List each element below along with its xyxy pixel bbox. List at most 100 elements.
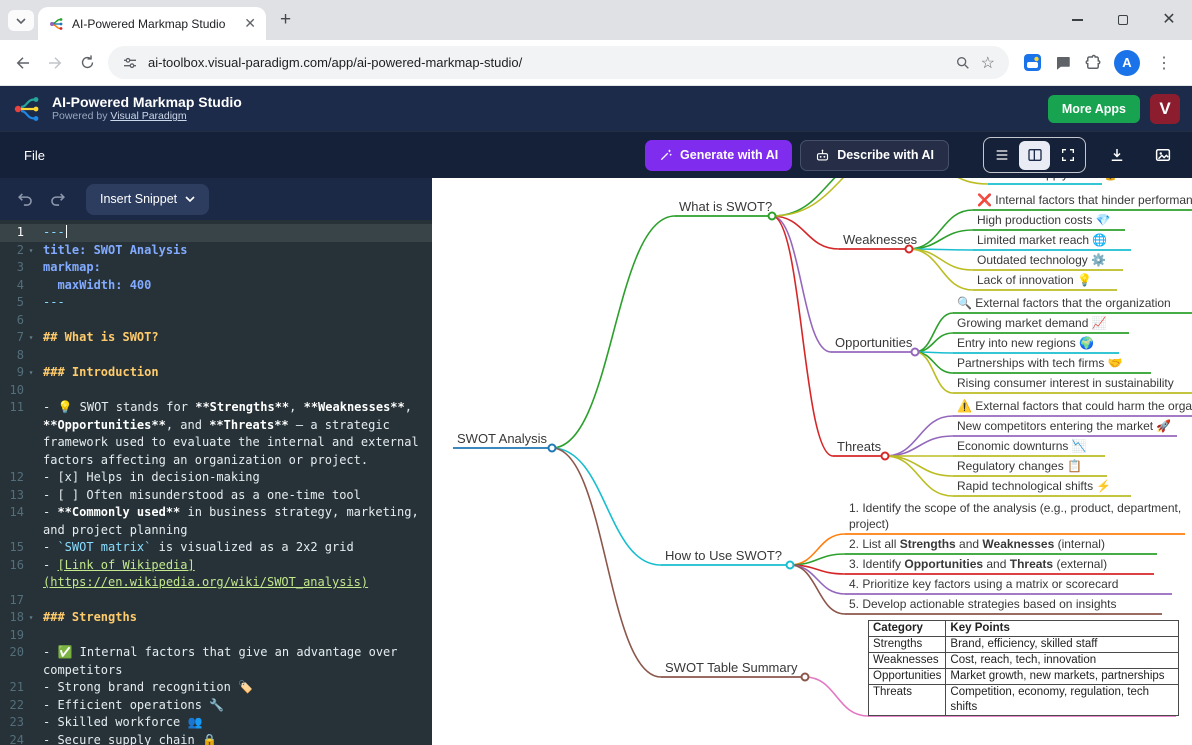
mindmap-leaf[interactable]: Partnerships with tech firms 🤝 [957,356,1123,372]
editor-line[interactable]: 9▾### Introduction [0,364,432,382]
node-toggle-dot[interactable] [912,349,919,356]
mindmap-canvas[interactable]: SWOT Analysis What is SWOT? Weaknesses Oppo… [432,178,1192,745]
url-text[interactable]: ai-toolbox.visual-paradigm.com/app/ai-po… [148,55,945,70]
close-button[interactable]: ✕ [1146,0,1192,40]
generate-with-ai-button[interactable]: Generate with AI [645,140,792,171]
editor-line[interactable]: 10 [0,382,432,400]
fold-arrow-icon[interactable]: ▾ [24,242,38,260]
editor-line[interactable]: 16- [Link of Wikipedia](https://en.wikip… [0,557,432,592]
editor-line-content[interactable]: - [Link of Wikipedia](https://en.wikiped… [38,557,420,592]
mindmap-leaf[interactable]: Lack of innovation 💡 [977,273,1092,289]
editor-line[interactable]: 8 [0,347,432,365]
editor-line[interactable]: 18▾### Strengths [0,609,432,627]
fullscreen-button[interactable] [1052,141,1083,170]
minimize-button[interactable] [1054,0,1100,40]
editor-line[interactable]: 5--- [0,294,432,312]
tab-search-button[interactable] [8,10,34,31]
split-view-button[interactable] [1019,141,1050,170]
editor-line-content[interactable] [38,312,420,330]
editor-line-content[interactable]: --- [38,294,420,312]
mindmap-branch-opportunities[interactable]: Opportunities [835,335,912,351]
fold-arrow-icon[interactable]: ▾ [24,364,38,382]
editor-line[interactable]: 13- [ ] Often misunderstood as a one-tim… [0,487,432,505]
mindmap-leaf[interactable]: 1. Identify the scope of the analysis (e… [849,501,1192,532]
fold-arrow-icon[interactable]: ▾ [24,609,38,627]
editor-line-content[interactable]: - [ ] Often misunderstood as a one-time … [38,487,420,505]
editor-line-content[interactable] [38,347,420,365]
editor-line-content[interactable] [38,627,420,645]
editor-line[interactable]: 19 [0,627,432,645]
editor-line[interactable]: 20- ✅ Internal factors that give an adva… [0,644,432,679]
redo-button[interactable] [46,188,68,210]
mindmap-branch-weaknesses[interactable]: Weaknesses [843,232,917,248]
editor-line-content[interactable]: ## What is SWOT? [38,329,420,347]
editor-line[interactable]: 24- Secure supply chain 🔒 [0,732,432,745]
reload-button[interactable] [76,52,98,74]
code-editor[interactable]: 1---2▾title: SWOT Analysis3markmap:4 max… [0,220,432,745]
editor-line-content[interactable]: - Strong brand recognition 🏷️ [38,679,420,697]
more-apps-button[interactable]: More Apps [1048,95,1140,123]
editor-line[interactable]: 21- Strong brand recognition 🏷️ [0,679,432,697]
editor-line-content[interactable]: - `SWOT matrix` is visualized as a 2x2 g… [38,539,420,557]
mindmap-branch-what-is-swot[interactable]: What is SWOT? [679,199,772,215]
maximize-button[interactable] [1100,0,1146,40]
back-button[interactable] [12,52,34,74]
browser-tab[interactable]: AI-Powered Markmap Studio ✕ [38,7,266,40]
visual-paradigm-link[interactable]: Visual Paradigm [110,110,186,122]
editor-line-content[interactable]: --- [38,224,420,242]
extensions-puzzle-icon[interactable] [1084,54,1102,72]
editor-line-content[interactable]: - [x] Helps in decision-making [38,469,420,487]
mindmap-root[interactable]: SWOT Analysis [457,431,547,447]
mindmap-leaf[interactable]: Outdated technology ⚙️ [977,253,1106,269]
editor-line-content[interactable]: title: SWOT Analysis [38,242,420,260]
editor-line[interactable]: 14- **Commonly used** in business strate… [0,504,432,539]
editor-line[interactable]: 6 [0,312,432,330]
mindmap-leaf[interactable]: Secure supply chain 🔒 [992,178,1118,183]
editor-line[interactable]: 12- [x] Helps in decision-making [0,469,432,487]
mindmap-leaf[interactable]: 🔍 External factors that the organization [957,296,1171,312]
mindmap-leaf[interactable]: Entry into new regions 🌍 [957,336,1094,352]
editor-line-content[interactable]: - **Commonly used** in business strategy… [38,504,420,539]
mindmap-leaf[interactable]: ❌ Internal factors that hinder performan… [977,193,1192,209]
mindmap-leaf[interactable]: 2. List all Strengths and Weaknesses (in… [849,537,1105,553]
node-toggle-dot[interactable] [549,445,556,452]
mindmap-leaf[interactable]: Regulatory changes 📋 [957,459,1082,475]
editor-line-content[interactable] [38,382,420,400]
editor-line[interactable]: 7▾## What is SWOT? [0,329,432,347]
mindmap-leaf[interactable]: Limited market reach 🌐 [977,233,1107,249]
mindmap-leaf[interactable]: Growing market demand 📈 [957,316,1107,332]
editor-line[interactable]: 2▾title: SWOT Analysis [0,242,432,260]
editor-line-content[interactable]: - Secure supply chain 🔒 [38,732,420,745]
export-image-button[interactable] [1148,140,1178,170]
mindmap-leaf[interactable]: High production costs 💎 [977,213,1111,229]
fold-arrow-icon[interactable]: ▾ [24,329,38,347]
editor-line[interactable]: 15- `SWOT matrix` is visualized as a 2x2… [0,539,432,557]
mindmap-branch-how-to-use[interactable]: How to Use SWOT? [665,548,782,564]
editor-line-content[interactable]: - 💡 SWOT stands for **Strengths**, **Wea… [38,399,420,469]
chat-bubble-icon[interactable] [1054,54,1072,72]
editor-line[interactable]: 17 [0,592,432,610]
mindmap-branch-table-summary[interactable]: SWOT Table Summary [665,660,797,676]
insert-snippet-button[interactable]: Insert Snippet [86,184,209,215]
editor-line-content[interactable]: ### Introduction [38,364,420,382]
mindmap-leaf[interactable]: 4. Prioritize key factors using a matrix… [849,577,1118,593]
editor-line[interactable]: 22- Efficient operations 🔧 [0,697,432,715]
editor-line[interactable]: 3markmap: [0,259,432,277]
editor-line-content[interactable]: maxWidth: 400 [38,277,420,295]
editor-line-content[interactable]: - ✅ Internal factors that give an advant… [38,644,420,679]
mindmap-leaf[interactable]: 3. Identify Opportunities and Threats (e… [849,557,1107,573]
download-button[interactable] [1102,140,1132,170]
forward-button[interactable] [44,52,66,74]
node-toggle-dot[interactable] [882,453,889,460]
mindmap-leaf[interactable]: 5. Develop actionable strategies based o… [849,597,1117,613]
vp-logo-badge[interactable]: V [1150,94,1180,124]
swot-summary-table[interactable]: Category Key Points Strengths Brand, eff… [868,620,1179,716]
site-settings-icon[interactable] [122,55,138,71]
editor-line[interactable]: 23- Skilled workforce 👥 [0,714,432,732]
mindmap-leaf[interactable]: Rising consumer interest in sustainabili… [957,376,1174,392]
editor-line-content[interactable]: - Efficient operations 🔧 [38,697,420,715]
editor-line-content[interactable] [38,592,420,610]
mindmap-leaf[interactable]: ⚠️ External factors that could harm the … [957,399,1192,415]
omnibox[interactable]: ai-toolbox.visual-paradigm.com/app/ai-po… [108,46,1009,79]
new-tab-button[interactable]: + [280,9,291,31]
